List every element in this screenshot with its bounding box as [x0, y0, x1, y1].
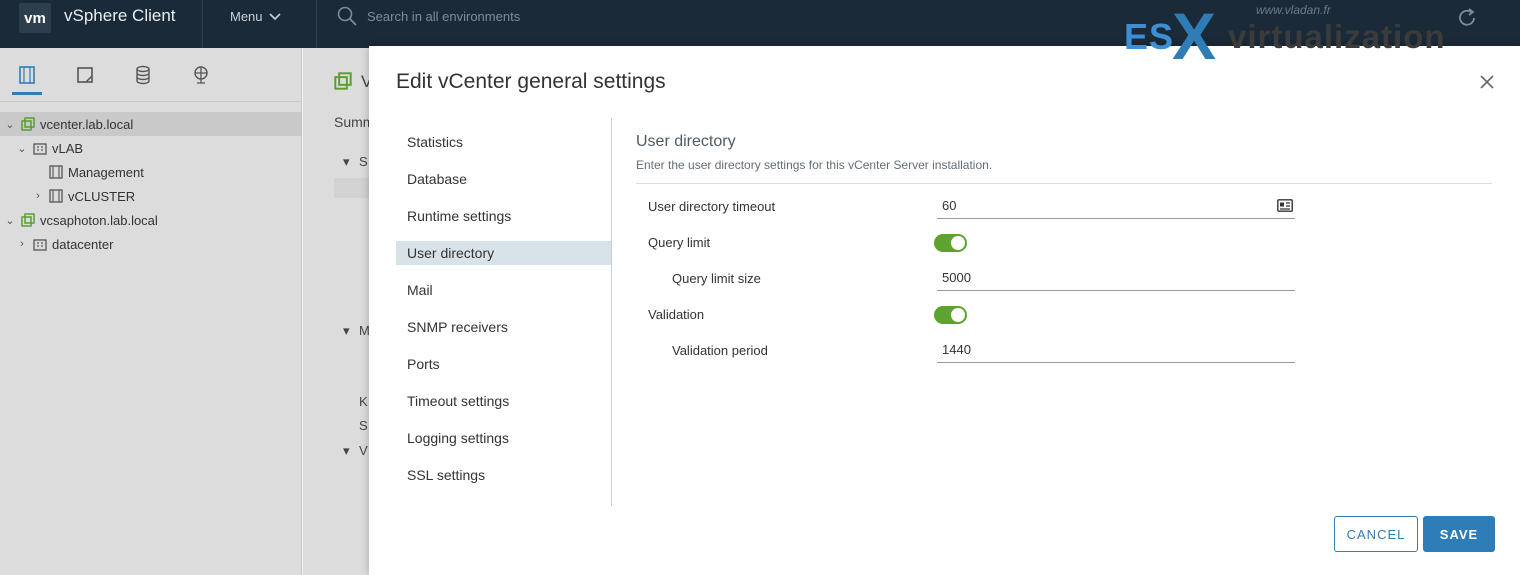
- id-card-icon: [1277, 199, 1293, 212]
- settings-menu: Statistics Database Runtime settings Use…: [396, 118, 612, 506]
- chevron-down-icon: [268, 12, 281, 20]
- header-divider: [202, 0, 203, 48]
- text-fragment: K: [359, 394, 368, 409]
- tree-item-label: vCLUSTER: [68, 188, 136, 204]
- menu-item-statistics[interactable]: Statistics: [396, 130, 611, 154]
- tree-item-vcenter[interactable]: ⌄ vcenter.lab.local: [0, 112, 301, 136]
- tree-item-label: datacenter: [52, 236, 114, 252]
- edit-settings-dialog: Edit vCenter general settings Statistics…: [369, 46, 1520, 575]
- save-button[interactable]: SAVE: [1423, 516, 1495, 552]
- tree-item-cluster[interactable]: Management: [49, 160, 144, 184]
- menu-item-timeout-settings[interactable]: Timeout settings: [396, 389, 611, 413]
- watermark-x: X: [1172, 0, 1217, 73]
- vms-templates-icon: [77, 66, 93, 83]
- validation-period-input[interactable]: 1440: [937, 337, 1295, 363]
- section-description: Enter the user directory settings for th…: [636, 158, 993, 172]
- dialog-title: Edit vCenter general settings: [396, 70, 666, 93]
- tree-item-label: vLAB: [52, 140, 84, 156]
- tree-item-vcenter[interactable]: ⌄ vcsaphoton.lab.local: [4, 208, 158, 232]
- tree-item-label: vcenter.lab.local: [40, 116, 134, 132]
- chevron-down-icon[interactable]: ⌄: [16, 142, 28, 155]
- watermark-es: ES: [1124, 16, 1175, 57]
- query-limit-toggle[interactable]: [934, 234, 967, 252]
- chevron-right-icon[interactable]: ›: [16, 238, 28, 250]
- search-placeholder: Search in all environments: [367, 8, 521, 24]
- datacenter-icon: [33, 239, 47, 251]
- chevron-right-icon[interactable]: ›: [32, 190, 44, 202]
- tree-item-label: vcsaphoton.lab.local: [40, 212, 158, 228]
- chevron-down-icon[interactable]: ⌄: [4, 118, 16, 131]
- storage-icon: [136, 65, 150, 84]
- header-divider: [316, 0, 317, 48]
- navigator-tabs: [0, 48, 301, 102]
- cancel-button[interactable]: CANCEL: [1334, 516, 1418, 552]
- timeout-input[interactable]: 60: [937, 193, 1295, 219]
- query-limit-label: Query limit: [648, 235, 711, 250]
- watermark-virtualization: virtualization: [1228, 18, 1446, 55]
- text-fragment: S: [359, 418, 368, 433]
- datacenter-icon: [33, 143, 47, 155]
- menu-item-user-directory[interactable]: User directory: [396, 241, 611, 265]
- menu-item-snmp-receivers[interactable]: SNMP receivers: [396, 315, 611, 339]
- collapse-caret[interactable]: ▾: [343, 443, 350, 459]
- query-limit-size-label: Query limit size: [672, 271, 761, 286]
- navigator-pane: ⌄ vcenter.lab.local ⌄ vLAB Management › …: [0, 48, 302, 575]
- validation-toggle[interactable]: [934, 306, 967, 324]
- global-search[interactable]: Search in all environments: [337, 6, 520, 26]
- tree-item-datacenter[interactable]: ⌄ vLAB: [16, 136, 83, 160]
- query-limit-size-input[interactable]: 5000: [937, 265, 1295, 291]
- tree-item-label: Management: [68, 164, 144, 180]
- menu-item-runtime-settings[interactable]: Runtime settings: [396, 204, 611, 228]
- menu-item-ssl-settings[interactable]: SSL settings: [396, 463, 611, 487]
- close-icon[interactable]: [1477, 72, 1497, 92]
- vms-templates-tab[interactable]: [70, 55, 100, 95]
- network-icon: [194, 65, 208, 84]
- chevron-down-icon[interactable]: ⌄: [4, 214, 16, 227]
- storage-tab[interactable]: [128, 55, 158, 95]
- hosts-clusters-icon: [19, 65, 35, 84]
- hosts-clusters-tab[interactable]: [12, 55, 42, 95]
- section-fragment: V: [359, 443, 368, 458]
- vcenter-icon: [334, 72, 352, 90]
- timeout-label: User directory timeout: [648, 199, 776, 214]
- tree-item-cluster[interactable]: › vCLUSTER: [32, 184, 135, 208]
- search-icon: [337, 6, 357, 26]
- query-limit-size-value: 5000: [942, 270, 971, 285]
- menu-item-database[interactable]: Database: [396, 167, 611, 191]
- section-divider: [636, 183, 1492, 184]
- menu-item-logging-settings[interactable]: Logging settings: [396, 426, 611, 450]
- watermark-url: www.vladan.fr: [1256, 3, 1331, 17]
- validation-period-value: 1440: [942, 342, 971, 357]
- section-fragment: S: [359, 154, 368, 169]
- vcenter-icon: [21, 213, 35, 227]
- app-title: vSphere Client: [64, 6, 176, 25]
- menu-button[interactable]: Menu: [230, 9, 281, 24]
- timeout-value: 60: [942, 198, 957, 213]
- watermark-logo: ES X www.vladan.fr virtualization: [1120, 0, 1520, 73]
- section-title: User directory: [636, 133, 736, 150]
- menu-item-mail[interactable]: Mail: [396, 278, 611, 302]
- cluster-icon: [49, 189, 63, 203]
- tree-item-datacenter[interactable]: › datacenter: [16, 232, 113, 256]
- validation-period-label: Validation period: [672, 343, 768, 358]
- panel-fragment: [334, 178, 370, 198]
- menu-item-ports[interactable]: Ports: [396, 352, 611, 376]
- vcenter-icon: [21, 117, 35, 131]
- cluster-icon: [49, 165, 63, 179]
- validation-label: Validation: [648, 307, 705, 322]
- networking-tab[interactable]: [186, 55, 216, 95]
- vm-logo: vm: [19, 3, 51, 33]
- collapse-caret[interactable]: ▾: [343, 154, 350, 170]
- collapse-caret[interactable]: ▾: [343, 323, 350, 339]
- menu-label: Menu: [230, 9, 263, 24]
